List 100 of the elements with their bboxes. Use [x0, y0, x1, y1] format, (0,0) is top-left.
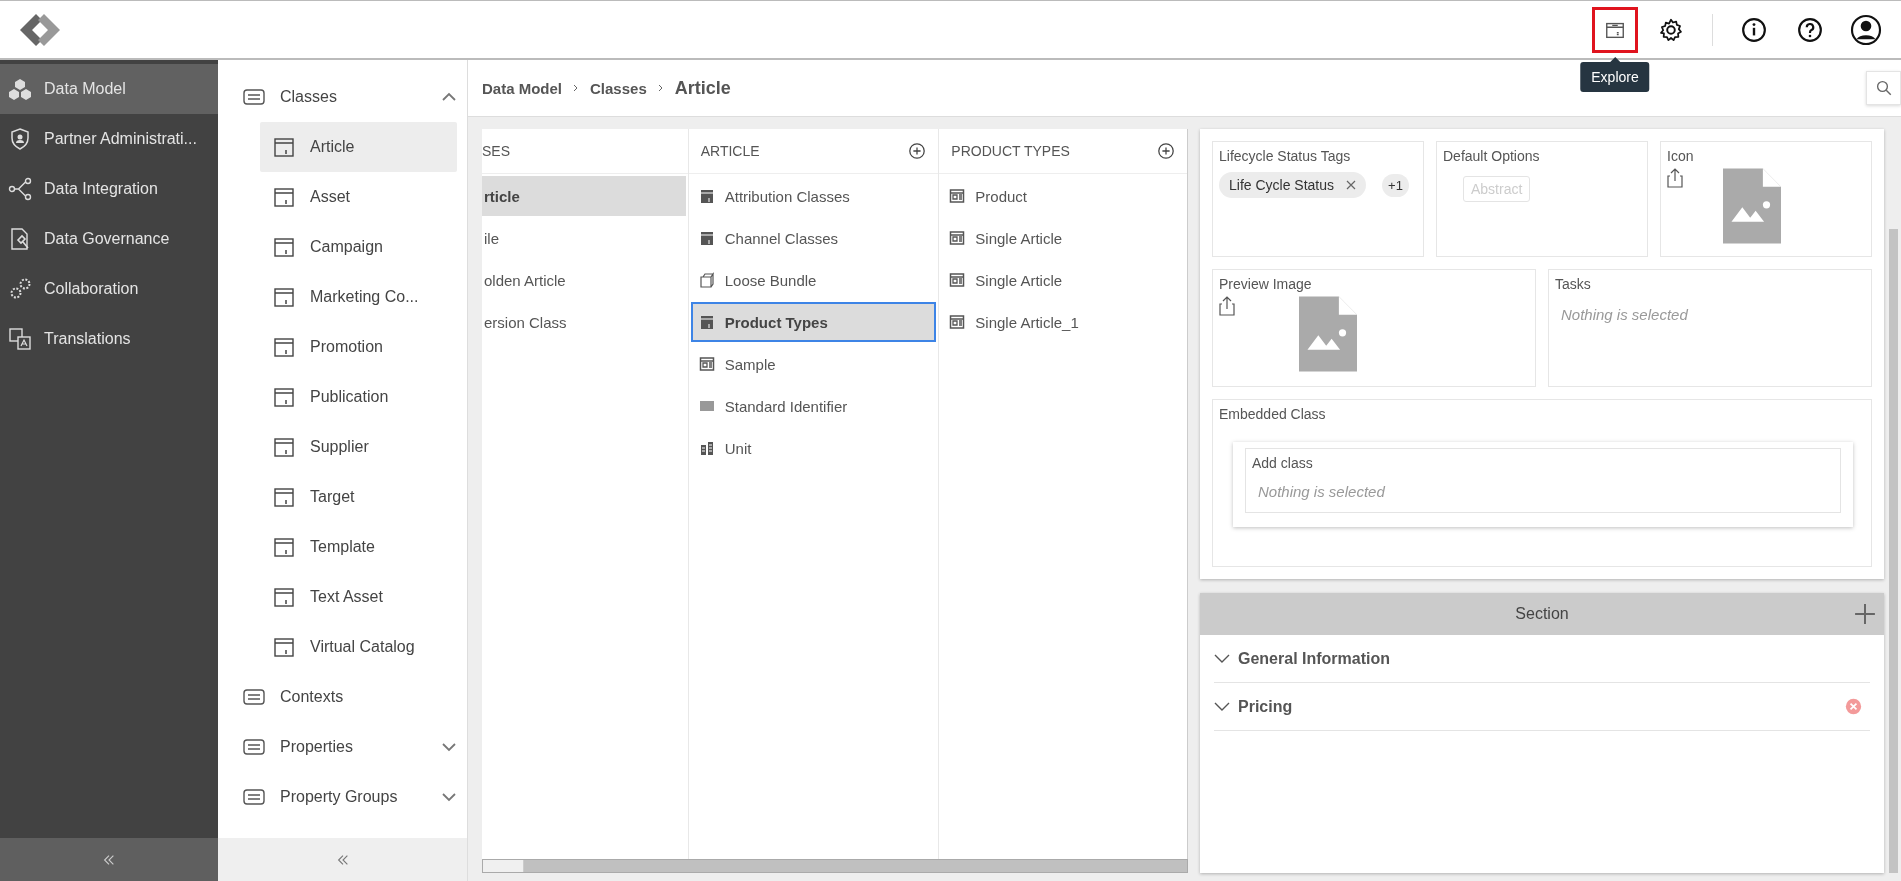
close-icon[interactable] [1346, 180, 1357, 190]
sidebar-item[interactable]: Data Model [0, 64, 218, 114]
sidebar-item[interactable]: Partner Administrati... [0, 114, 218, 164]
table-icon [949, 188, 966, 204]
upload-icon[interactable] [1219, 296, 1235, 316]
box-icon [272, 485, 296, 509]
list-item[interactable]: Single Article_1 [941, 302, 1185, 342]
info-icon [1741, 16, 1767, 43]
column-header: PRODUCT TYPES [951, 143, 1070, 159]
list-item[interactable]: ersion Class [482, 302, 686, 342]
stack-icon [698, 440, 715, 456]
help-icon [1797, 16, 1823, 43]
network-icon [8, 177, 32, 201]
sidebar-item[interactable]: Data Integration [0, 164, 218, 214]
table-icon [949, 272, 966, 288]
more-count-badge[interactable]: +1 [1382, 173, 1409, 197]
section-row-title[interactable]: Pricing [1238, 697, 1837, 716]
box-icon [272, 335, 296, 359]
list-item[interactable]: Single Article [941, 260, 1185, 300]
image-placeholder-icon [1723, 168, 1781, 244]
sidebar-item[interactable]: Campaign [260, 222, 457, 272]
chevron-down-icon[interactable] [1214, 701, 1230, 712]
sidebar-section[interactable]: Properties [242, 722, 457, 772]
sidebar-item[interactable]: Text Asset [260, 572, 457, 622]
section-title: Section [1515, 605, 1569, 623]
sidebar-item[interactable]: Collaboration [0, 264, 218, 314]
list-item[interactable]: Loose Bundle [690, 260, 937, 300]
sidebar-item[interactable]: Template [260, 522, 457, 572]
image-placeholder-icon [1299, 296, 1357, 372]
explore-button[interactable] [1592, 6, 1638, 53]
sidebar-item[interactable]: Virtual Catalog [260, 622, 457, 672]
sidebar-section[interactable]: Classes [242, 72, 457, 122]
document-icon [8, 227, 32, 251]
double-chevron-left-icon [335, 852, 350, 867]
chevron-right-icon [656, 84, 665, 92]
sidebar-item[interactable]: Asset [260, 172, 457, 222]
list-item[interactable]: Sample [690, 344, 937, 384]
field-label: Icon [1667, 148, 1695, 164]
breadcrumb-link[interactable]: Classes [590, 79, 647, 97]
list-item[interactable]: Unit [690, 428, 937, 468]
sidebar-item[interactable]: Marketing Co... [260, 272, 457, 322]
field-label: Lifecycle Status Tags [1219, 148, 1352, 164]
search-icon [1874, 79, 1893, 97]
list-item[interactable]: Product [941, 176, 1185, 216]
list-item[interactable]: rticle [482, 176, 686, 216]
tag-chip[interactable]: Life Cycle Status [1219, 172, 1367, 198]
box-icon [272, 535, 296, 559]
sidebar-section[interactable]: Property Groups [242, 772, 457, 822]
field-label: Tasks [1555, 276, 1592, 292]
column-header: ARTICLE [700, 143, 760, 159]
list-item[interactable]: Standard Identifier [690, 386, 937, 426]
cubes-icon [8, 77, 32, 101]
upload-icon[interactable] [1667, 168, 1683, 188]
box-icon [272, 435, 296, 459]
box-icon [272, 235, 296, 259]
add-icon[interactable] [1157, 142, 1175, 160]
list-item[interactable]: ile [482, 218, 686, 258]
user-icon [1850, 13, 1882, 46]
sidebar-item[interactable]: Data Governance [0, 214, 218, 264]
box-icon [272, 135, 296, 159]
box-icon [698, 230, 715, 246]
settings-icon [1658, 16, 1684, 43]
table-icon [698, 356, 715, 372]
field-label: Embedded Class [1219, 406, 1327, 422]
column-header: SES [482, 143, 510, 159]
list-item[interactable]: Attribution Classes [690, 176, 937, 216]
box-icon [698, 314, 715, 330]
sidebar-section[interactable]: Contexts [242, 672, 457, 722]
table-icon [949, 314, 966, 330]
box-icon [272, 185, 296, 209]
sidebar-item[interactable]: Publication [260, 372, 457, 422]
field-label: Default Options [1443, 148, 1541, 164]
breadcrumb-link[interactable]: Article [674, 77, 731, 99]
section-row-title[interactable]: General Information [1238, 649, 1870, 668]
box-icon [272, 585, 296, 609]
open-box-icon [698, 272, 715, 288]
sidebar-item[interactable]: Promotion [260, 322, 457, 372]
sidebar-item[interactable]: Target [260, 472, 457, 522]
double-chevron-left-icon [102, 852, 116, 867]
sidebar-item[interactable]: Supplier [260, 422, 457, 472]
search-button[interactable] [1866, 71, 1901, 105]
placeholder-text: Nothing is selected [1560, 305, 1689, 323]
box-icon [272, 285, 296, 309]
chevron-right-icon [572, 84, 580, 92]
sidebar-item[interactable]: Article [260, 122, 457, 172]
list-item[interactable]: Product Types [690, 302, 937, 342]
list-item[interactable]: Channel Classes [690, 218, 937, 258]
table-icon [949, 230, 966, 246]
list-item[interactable]: olden Article [482, 260, 686, 300]
horizontal-scrollbar[interactable] [482, 859, 1188, 873]
list-item[interactable]: Single Article [941, 218, 1185, 258]
chevron-down-icon[interactable] [1214, 653, 1230, 664]
translate-icon [8, 327, 32, 351]
shield-icon [8, 127, 32, 151]
sidebar-item[interactable]: Translations [0, 314, 218, 364]
select-field[interactable]: Add class Nothing is selected [1245, 448, 1841, 513]
breadcrumb-link[interactable]: Data Model [482, 79, 562, 97]
box-icon [272, 385, 296, 409]
add-icon[interactable] [908, 142, 927, 160]
box-icon [272, 635, 296, 659]
